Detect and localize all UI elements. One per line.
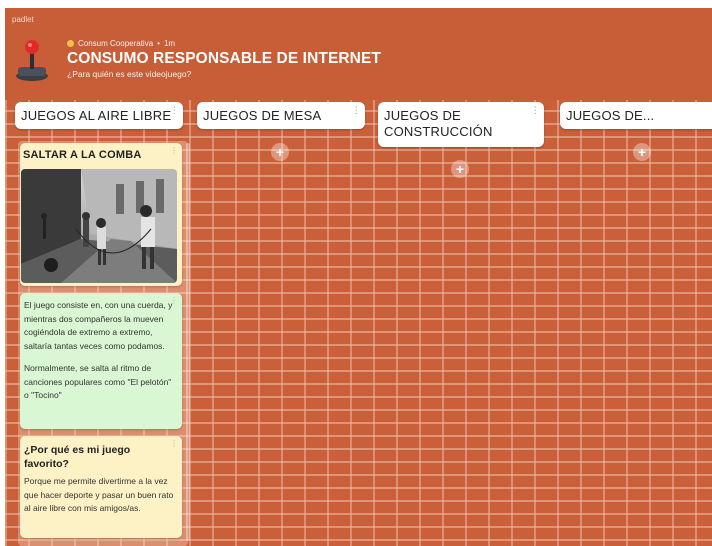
kebab-icon[interactable]: ⋮ (170, 146, 178, 155)
author-avatar-icon (67, 40, 74, 47)
column-header-aire-libre[interactable]: JUEGOS AL AIRE LIBRE ⋮ (15, 102, 183, 129)
joystick-icon (16, 40, 48, 81)
post-paragraph: El juego consiste en, con una cuerda, y … (24, 300, 173, 351)
brand-label[interactable]: padlet (12, 15, 34, 24)
add-post-plus-icon[interactable]: + (451, 160, 469, 178)
board-subtitle: ¿Para quién es este videojuego? (67, 69, 192, 79)
column-title: JUEGOS DE MESA (203, 108, 322, 123)
post-body: Porque me permite divertirme a la vez qu… (24, 476, 174, 513)
post-title: SALTAR A LA COMBA (23, 149, 142, 161)
meta-separator: • (157, 39, 160, 48)
post-favorite-reason[interactable]: ⋮ ¿Por qué es mi juego favorito? Porque … (20, 436, 182, 538)
kebab-icon[interactable]: ⋮ (531, 106, 540, 115)
column-title: JUEGOS DE... (566, 108, 655, 123)
board-title: CONSUMO RESPONSABLE DE INTERNET (67, 50, 381, 67)
kebab-icon[interactable]: ⋮ (352, 106, 361, 115)
kebab-icon[interactable]: ⋮ (170, 439, 178, 448)
post-time: 1m (163, 39, 176, 48)
kebab-icon[interactable]: ⋮ (170, 106, 179, 115)
post-paragraph: Normalmente, se salta al ritmo de cancio… (24, 363, 172, 400)
author-name[interactable]: Consum Cooperativa (78, 39, 153, 48)
column-header-construccion[interactable]: JUEGOS DE CONSTRUCCIÓN ⋮ (378, 102, 544, 147)
column-header-mesa[interactable]: JUEGOS DE MESA ⋮ (197, 102, 365, 129)
post-photo[interactable] (21, 169, 177, 283)
add-post-plus-icon[interactable]: + (271, 143, 289, 161)
padlet-board: padlet Consum Cooperativa • 1m CONSUMO R… (5, 8, 712, 546)
post-saltar-a-la-comba[interactable]: SALTAR A LA COMBA ⋮ (20, 143, 182, 286)
column-title: JUEGOS AL AIRE LIBRE (21, 108, 172, 123)
column-title: JUEGOS DE CONSTRUCCIÓN (384, 108, 493, 139)
column-scrollbar[interactable] (186, 143, 190, 541)
board-meta: Consum Cooperativa • 1m (67, 39, 175, 48)
column-header-otros[interactable]: JUEGOS DE... (560, 102, 712, 129)
kebab-icon[interactable]: ⋮ (170, 296, 178, 305)
post-description[interactable]: ⋮ El juego consiste en, con una cuerda, … (20, 293, 182, 429)
add-post-plus-icon[interactable]: + (633, 143, 651, 161)
post-heading: ¿Por qué es mi juego favorito? (24, 444, 131, 470)
